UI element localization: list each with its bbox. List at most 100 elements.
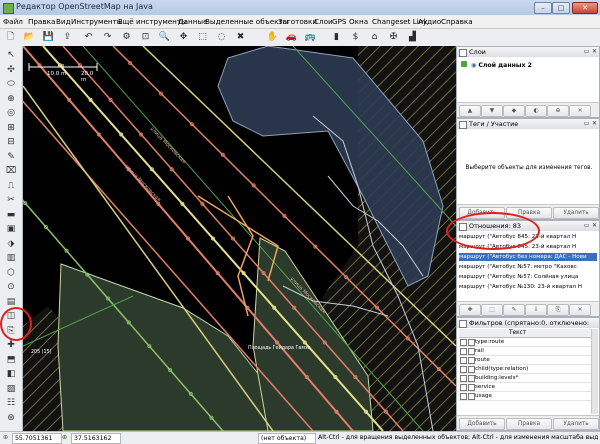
filter-enable-checkbox[interactable]	[460, 348, 467, 355]
filter-hide-checkbox[interactable]	[468, 384, 475, 391]
menu-view[interactable]: Вид	[56, 17, 71, 26]
layers-list[interactable]: ◉ Слой данных 2	[457, 57, 599, 102]
node-icon[interactable]: ⊙	[4, 281, 18, 293]
filter-scrollbar[interactable]	[591, 329, 598, 414]
filter-enable-checkbox[interactable]	[460, 375, 467, 382]
layer-activate-button[interactable]: ◆	[503, 105, 525, 117]
zoom-fit-icon[interactable]: ⊡	[139, 31, 152, 44]
search-icon[interactable]: 🔍	[158, 31, 171, 44]
extrude-icon[interactable]: ⎍	[4, 180, 18, 192]
filter-hide-checkbox[interactable]	[468, 357, 475, 364]
hatch-icon[interactable]: ▨	[4, 383, 18, 395]
filter-edit-button[interactable]: Правка	[506, 418, 552, 430]
filter-enable-checkbox[interactable]	[460, 393, 467, 400]
filter-hide-checkbox[interactable]	[468, 366, 475, 373]
filter-row[interactable]: usage	[459, 392, 591, 401]
move-icon[interactable]: ✥	[177, 31, 190, 44]
relation-list-item[interactable]: маршрут ("Автобус №130: 23-й квартал Н	[459, 283, 597, 291]
menu-gps[interactable]: GPS	[332, 17, 346, 26]
delete-mode-icon[interactable]: ⌧	[4, 165, 18, 177]
menu-presets[interactable]: Заготовки	[278, 17, 317, 26]
menu-data[interactable]: Данные	[178, 17, 208, 26]
menu-tools[interactable]: Инструменты	[71, 17, 122, 26]
star-icon[interactable]: ⊛	[4, 412, 18, 424]
panel-minimize-icon[interactable]: ▭	[583, 120, 590, 127]
undo-icon[interactable]: ↶	[82, 31, 95, 44]
menu-more-tools[interactable]: Ещё инструменты	[118, 17, 187, 26]
relation-delete-button[interactable]: ✕	[569, 304, 591, 316]
draw-mode-icon[interactable]: ✣	[4, 64, 18, 76]
panel-close-icon[interactable]: ✕	[591, 48, 598, 55]
measure-icon[interactable]: ⊞	[4, 122, 18, 134]
new-file-icon[interactable]: 🗋	[4, 31, 17, 44]
relation-list-item[interactable]: маршрут ("Автобус без номера: ДАС - Нови	[459, 253, 597, 261]
redo-icon[interactable]: ↷	[101, 31, 114, 44]
menu-file[interactable]: Файл	[3, 17, 23, 26]
edit-icon[interactable]: ✎	[4, 151, 18, 163]
layer-visibility-button[interactable]: ◐	[525, 105, 547, 117]
layer-row[interactable]: ◉ Слой данных 2	[461, 61, 532, 69]
list-icon[interactable]: ▤	[4, 296, 18, 308]
save-icon[interactable]: 💾	[42, 31, 55, 44]
split-icon[interactable]: ✂	[4, 194, 18, 206]
minimize-button[interactable]: –	[534, 2, 552, 14]
bus-icon[interactable]: 🚌	[304, 31, 317, 44]
layer-icon[interactable]: ▥	[4, 252, 18, 264]
relation-download-button[interactable]: ⇩	[525, 304, 547, 316]
panel-minimize-icon[interactable]: ▭	[583, 222, 590, 229]
car-icon[interactable]: 🚗	[285, 31, 298, 44]
relation-list-item[interactable]: маршрут ("Автобус №57: метро "Каховс	[459, 263, 597, 271]
layer-merge-button[interactable]: ⊕	[547, 105, 569, 117]
menu-selection[interactable]: Выделенные объекты	[205, 17, 288, 26]
menu-layers[interactable]: Слои	[314, 17, 333, 26]
filter-table[interactable]: Текст type:route rail route child(type:rela…	[457, 328, 599, 415]
open-file-icon[interactable]: 📂	[23, 31, 36, 44]
zoom-in-icon[interactable]: ⊕	[4, 93, 18, 105]
menu-edit[interactable]: Правка	[28, 17, 55, 26]
factory-icon[interactable]: ▟	[406, 31, 419, 44]
visible-check-icon[interactable]	[461, 61, 467, 67]
tag-delete-button[interactable]: Удалить	[553, 207, 599, 219]
relation-duplicate-button[interactable]: ⎘	[547, 304, 569, 316]
menu-windows[interactable]: Окна	[349, 17, 368, 26]
road-icon[interactable]: ▬	[4, 209, 18, 221]
shop-icon[interactable]: ▮	[330, 31, 343, 44]
maximize-button[interactable]: □	[552, 2, 570, 14]
building-icon[interactable]: ⌂	[368, 31, 381, 44]
split-view-icon[interactable]: ◧	[4, 368, 18, 380]
bank-icon[interactable]: $	[349, 31, 362, 44]
delete-icon[interactable]: ✖	[234, 31, 247, 44]
filter-hide-checkbox[interactable]	[468, 348, 475, 355]
filter-hide-checkbox[interactable]	[468, 339, 475, 346]
filter-row[interactable]: rail	[459, 347, 591, 356]
layer-down-button[interactable]: ▼	[481, 105, 503, 117]
map-canvas[interactable]	[23, 46, 456, 431]
select-icon[interactable]: ⬚	[196, 31, 209, 44]
lasso-icon[interactable]: ◌	[215, 31, 228, 44]
relation-edit-button[interactable]: ✎	[503, 304, 525, 316]
panel-close-icon[interactable]: ✕	[591, 222, 598, 229]
filter-row[interactable]: route	[459, 356, 591, 365]
filter-delete-button[interactable]: Удалить	[553, 418, 599, 430]
filter-row[interactable]: type:route	[459, 338, 591, 347]
grid-icon[interactable]: ☷	[4, 397, 18, 409]
close-button[interactable]: ✕	[572, 2, 598, 14]
filter-enable-checkbox[interactable]	[460, 357, 467, 364]
parallel-icon[interactable]: ⊟	[4, 136, 18, 148]
relation-select-button[interactable]: ⬚	[481, 304, 503, 316]
half-icon[interactable]: ⬒	[4, 354, 18, 366]
polygon-icon[interactable]: ⬡	[4, 267, 18, 279]
panel-close-icon[interactable]: ✕	[591, 120, 598, 127]
filter-add-button[interactable]: Добавить	[459, 418, 505, 430]
zoom-out-icon[interactable]: ◎	[4, 107, 18, 119]
filter-hide-checkbox[interactable]	[468, 393, 475, 400]
layer-delete-button[interactable]: ✕	[569, 105, 591, 117]
preferences-icon[interactable]: ⚙	[120, 31, 133, 44]
filter-hide-checkbox[interactable]	[468, 375, 475, 382]
relation-list-item[interactable]: маршрут ("Автобус №57: Солёная улица	[459, 273, 597, 281]
tags-list[interactable]: Выберите объекты для изменения тегов.	[457, 129, 599, 204]
area-mode-icon[interactable]: ⬭	[4, 78, 18, 90]
shape-icon[interactable]: ⬗	[4, 238, 18, 250]
filter-enable-checkbox[interactable]	[460, 339, 467, 346]
eye-icon[interactable]: ◉	[471, 62, 476, 69]
